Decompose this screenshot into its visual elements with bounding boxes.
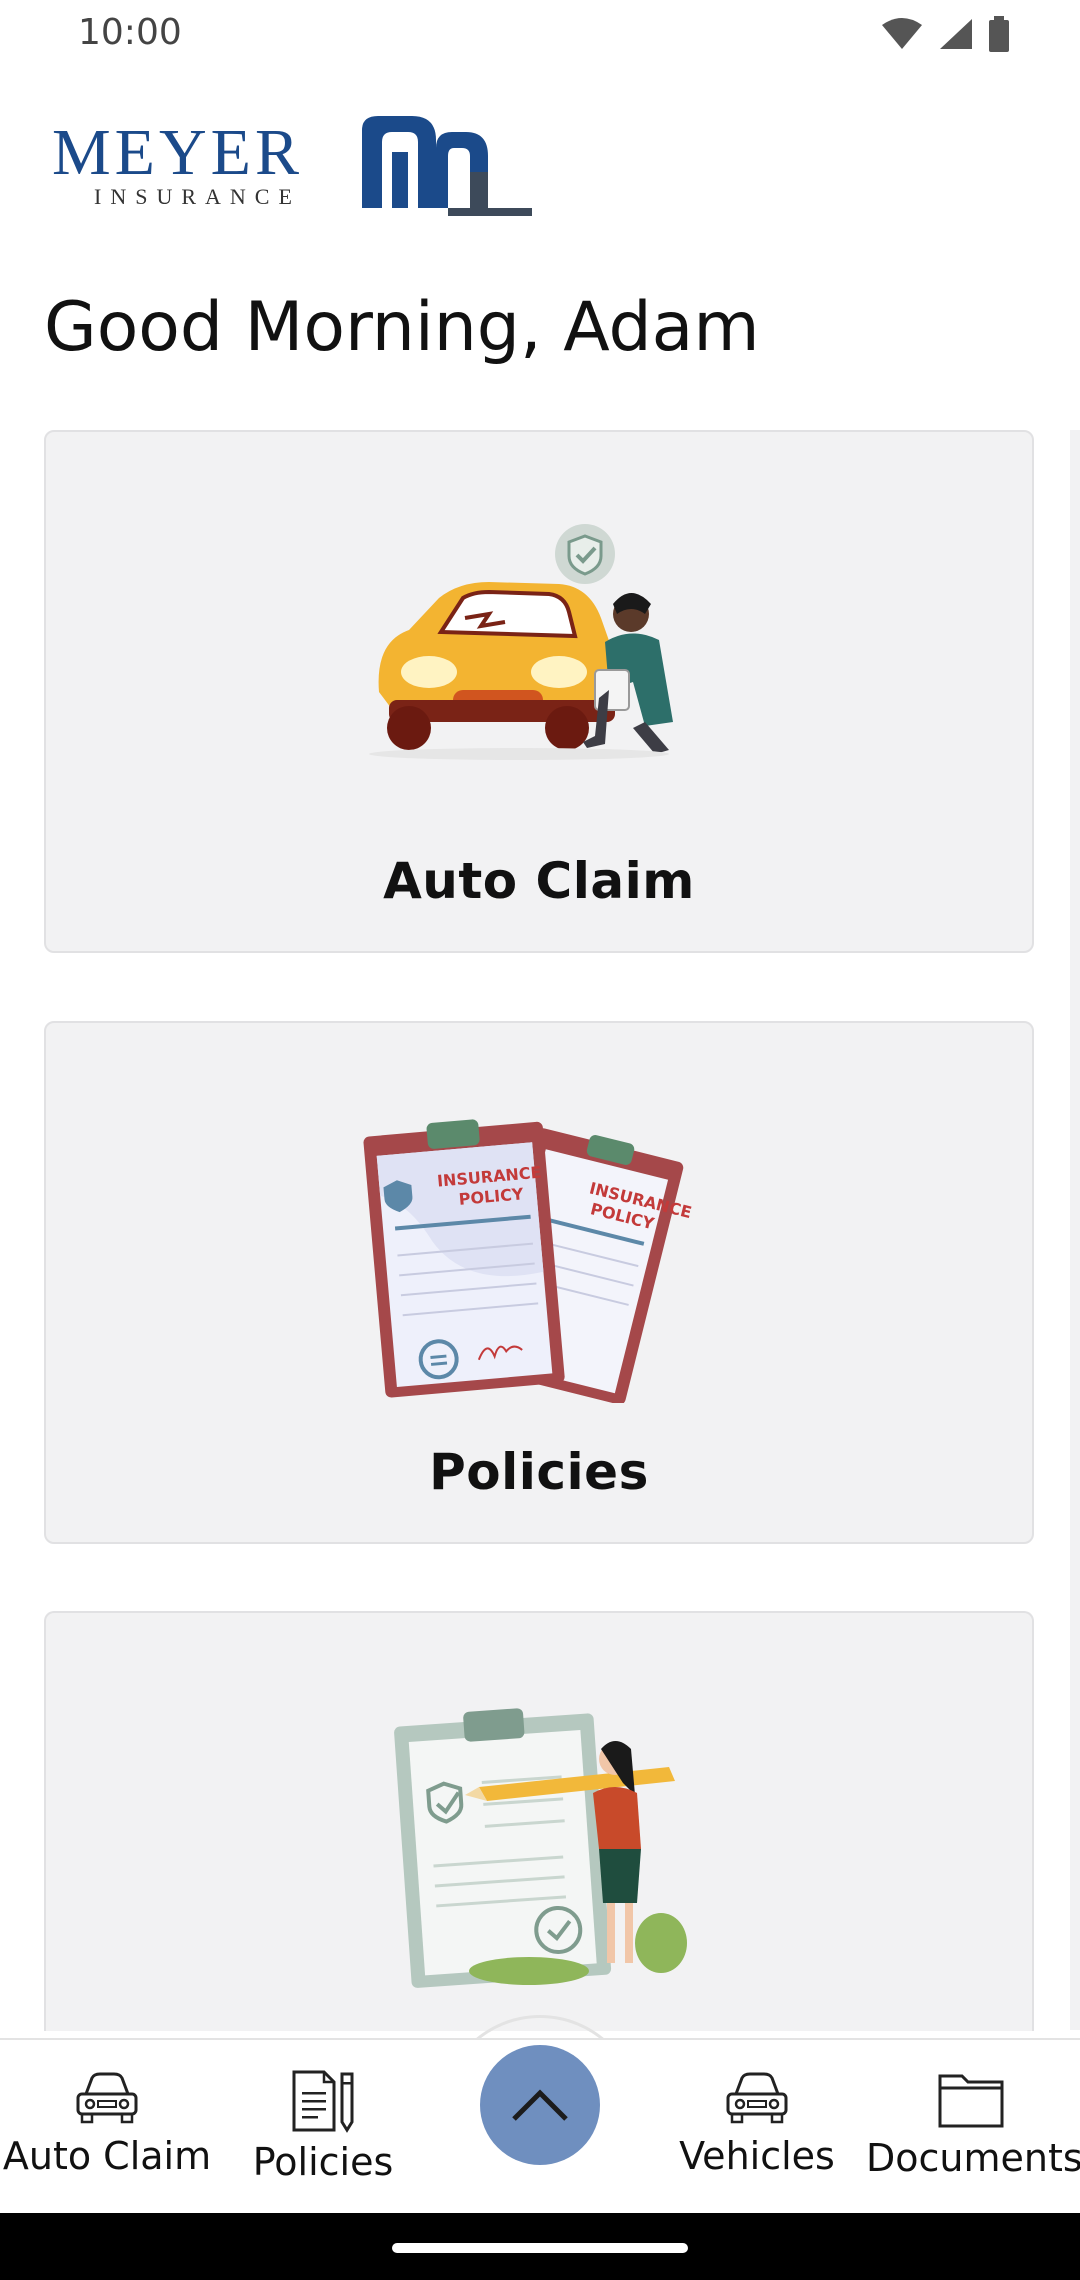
- wifi-icon: [882, 18, 922, 49]
- system-gesture-bar: [0, 2213, 1080, 2280]
- nav-label-policies: Policies: [252, 2140, 394, 2184]
- next-column-peek: [1070, 430, 1080, 2030]
- status-time: 10:00: [78, 12, 182, 53]
- monogram-mark: [362, 116, 570, 216]
- status-bar: 10:00: [0, 0, 1080, 72]
- nav-label-auto-claim: Auto Claim: [2, 2134, 212, 2178]
- policy-documents-illustration: INSURANCE POLICY INSURANCE POLICY: [363, 1119, 694, 1403]
- auto-claim-card[interactable]: Auto Claim: [44, 430, 1034, 953]
- policies-label: Policies: [429, 1443, 649, 1501]
- status-icons: [880, 16, 1010, 52]
- folder-icon: [938, 2074, 1004, 2128]
- car-icon: [726, 2072, 788, 2124]
- car-damage-illustration: [369, 524, 673, 760]
- checklist-card[interactable]: [44, 1611, 1034, 2031]
- nav-item-documents[interactable]: Documents: [866, 2068, 1080, 2180]
- document-pencil-icon: [292, 2070, 354, 2133]
- nav-item-policies[interactable]: Policies: [218, 2068, 428, 2184]
- chevron-up-icon: [512, 2089, 568, 2121]
- brand-subtitle: INSURANCE: [94, 184, 301, 209]
- nav-item-vehicles[interactable]: Vehicles: [652, 2068, 862, 2178]
- greeting-heading: Good Morning, Adam: [44, 288, 760, 367]
- auto-claim-label: Auto Claim: [383, 852, 695, 910]
- nav-item-auto-claim[interactable]: Auto Claim: [2, 2068, 212, 2178]
- brand-name: MEYER: [52, 116, 303, 189]
- battery-icon: [989, 16, 1009, 52]
- checklist-person-illustration: [394, 1708, 687, 1988]
- cellular-signal-icon: [940, 19, 972, 49]
- meyer-insurance-logo: MEYER INSURANCE: [52, 112, 570, 222]
- nav-label-vehicles: Vehicles: [679, 2134, 835, 2178]
- nav-label-documents: Documents: [866, 2136, 1080, 2180]
- car-icon: [76, 2072, 138, 2124]
- expand-menu-button[interactable]: [480, 2045, 600, 2165]
- policies-card[interactable]: INSURANCE POLICY INSURANCE POLICY Polici…: [44, 1021, 1034, 1544]
- home-gesture-handle[interactable]: [392, 2243, 688, 2253]
